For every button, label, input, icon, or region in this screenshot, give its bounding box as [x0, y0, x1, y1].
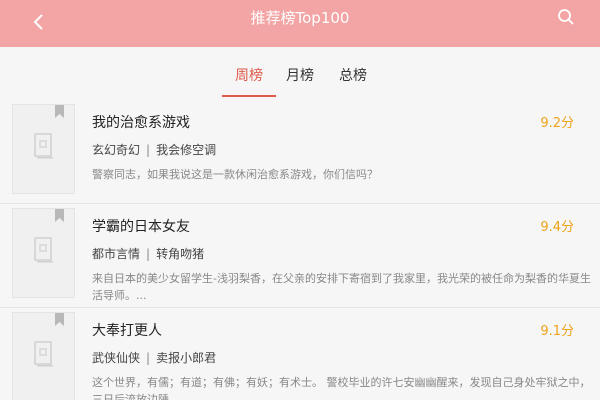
- book-cover[interactable]: [12, 104, 75, 194]
- tab-weekly[interactable]: 周榜: [235, 65, 263, 91]
- active-tab-indicator: [222, 95, 276, 97]
- list-item[interactable]: 学霸的日本女友 9.4分 都市言情 | 转角吻猪 来自日本的美少女留学生-浅羽梨香，…: [0, 204, 600, 308]
- search-button[interactable]: [554, 5, 578, 29]
- separator: |: [146, 143, 151, 157]
- book-score: 9.2分: [540, 116, 574, 131]
- book-genre: 玄幻奇幻: [92, 143, 141, 157]
- book-author: 我会修空调: [156, 143, 217, 157]
- book-meta: 都市言情 | 转角吻猪: [92, 245, 204, 262]
- book-meta: 武侠仙侠 | 卖报小郎君: [92, 349, 216, 366]
- book-author: 卖报小郎君: [156, 351, 217, 365]
- book-cover[interactable]: [12, 312, 75, 400]
- book-title[interactable]: 学霸的日本女友: [92, 216, 190, 236]
- tab-total[interactable]: 总榜: [339, 65, 367, 91]
- book-title[interactable]: 我的治愈系游戏: [92, 112, 190, 132]
- tab-monthly[interactable]: 月榜: [286, 65, 314, 91]
- list-item[interactable]: 大奉打更人 9.1分 武侠仙侠 | 卖报小郎君 这个世界，有儒；有道；有佛；有妖；有…: [0, 308, 600, 400]
- book-cover[interactable]: [12, 208, 75, 298]
- book-meta: 玄幻奇幻 | 我会修空调: [92, 141, 216, 158]
- book-score: 9.1分: [540, 324, 574, 339]
- bookmark-icon: [55, 313, 64, 326]
- separator: |: [146, 351, 151, 365]
- book-author: 转角吻猪: [156, 247, 205, 261]
- book-placeholder-icon: [34, 133, 53, 159]
- header-bar: 推荐榜Top100: [0, 0, 600, 47]
- book-description: 来自日本的美少女留学生-浅羽梨香，在父亲的安排下寄宿到了我家里，我光荣的被任命为…: [92, 272, 591, 302]
- list-item[interactable]: 我的治愈系游戏 9.2分 玄幻奇幻 | 我会修空调 警察同志，如果我说这是一款休闲治…: [0, 100, 600, 204]
- book-score: 9.4分: [540, 220, 574, 235]
- book-title[interactable]: 大奉打更人: [92, 320, 162, 340]
- search-icon: [558, 9, 574, 25]
- book-placeholder-icon: [34, 341, 53, 367]
- separator: |: [146, 247, 151, 261]
- tab-bar: 周榜 月榜 总榜: [0, 47, 600, 99]
- page-title: 推荐榜Top100: [250, 9, 350, 27]
- book-list: 我的治愈系游戏 9.2分 玄幻奇幻 | 我会修空调 警察同志，如果我说这是一款休闲治…: [0, 100, 600, 400]
- book-placeholder-icon: [34, 237, 53, 263]
- bookmark-icon: [55, 105, 64, 118]
- book-genre: 都市言情: [92, 247, 141, 261]
- book-description: 警察同志，如果我说这是一款休闲治愈系游戏，你们信吗？: [92, 168, 378, 181]
- book-genre: 武侠仙侠: [92, 351, 141, 365]
- bookmark-icon: [55, 209, 64, 222]
- book-description: 这个世界，有儒；有道；有佛；有妖；有术士。 警校毕业的许七安幽幽醒来，发现自己身…: [92, 376, 591, 400]
